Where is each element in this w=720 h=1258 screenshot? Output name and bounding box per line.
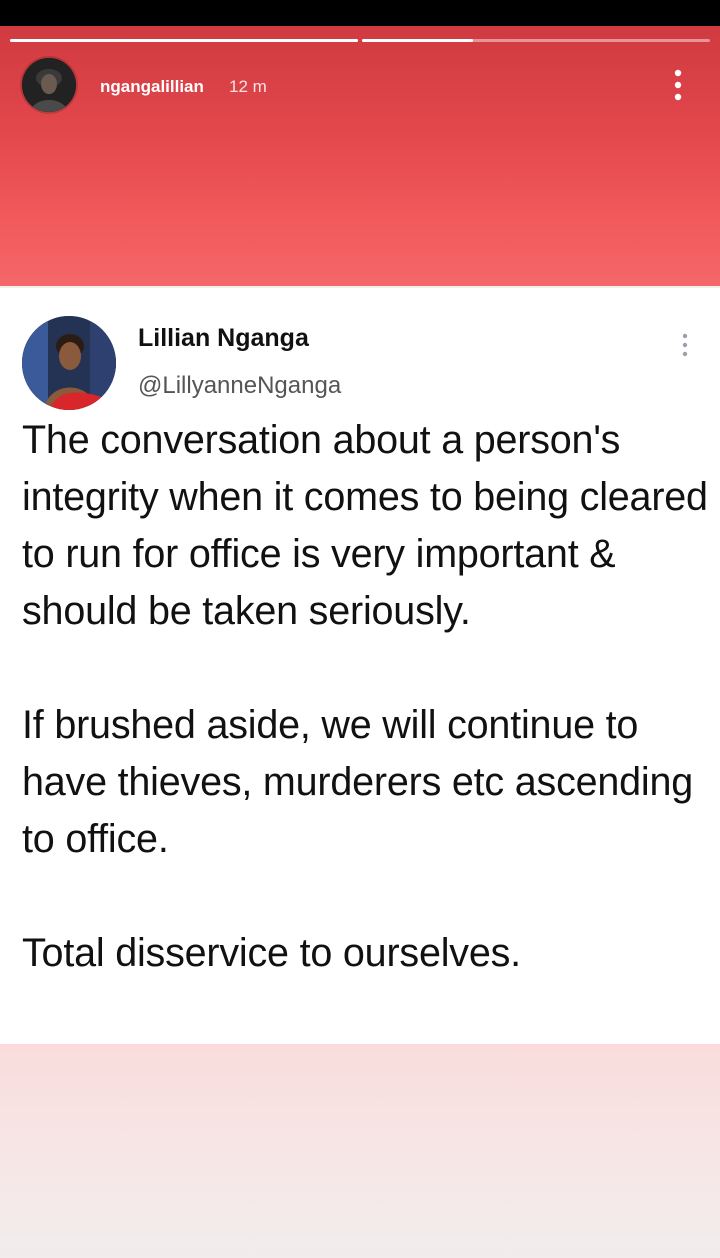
- story-progress-fill-1: [10, 39, 358, 42]
- tweet-screenshot-card: Lillian Nganga @LillyanneNganga The conv…: [0, 288, 720, 1044]
- tweet-body: The conversation about a person's integr…: [22, 412, 712, 982]
- story-background-top: [0, 26, 720, 286]
- story-user-avatar[interactable]: [22, 58, 76, 112]
- tweet-author-name: Lillian Nganga: [138, 324, 309, 352]
- status-bar: [0, 0, 720, 26]
- story-timestamp: 12 m: [229, 77, 267, 96]
- story-progress-segment-2: [362, 39, 710, 42]
- tweet-author-handle: @LillyanneNganga: [138, 372, 342, 399]
- author-photo: [22, 316, 116, 410]
- avatar-photo: [22, 58, 76, 112]
- story-progress-fill-2: [362, 39, 474, 42]
- story-background-bottom: [0, 1044, 720, 1258]
- tweet-paragraph: The conversation about a person's integr…: [22, 418, 708, 633]
- more-options-icon[interactable]: [668, 68, 688, 102]
- tweet-paragraph: If brushed aside, we will continue to ha…: [22, 703, 694, 861]
- tweet-more-icon: [676, 332, 694, 358]
- tweet-author-avatar: [22, 316, 116, 410]
- story-username[interactable]: ngangalillian: [100, 77, 204, 97]
- tweet-paragraph: Total disservice to ourselves.: [22, 931, 521, 975]
- story-progress-segment-1: [10, 39, 358, 42]
